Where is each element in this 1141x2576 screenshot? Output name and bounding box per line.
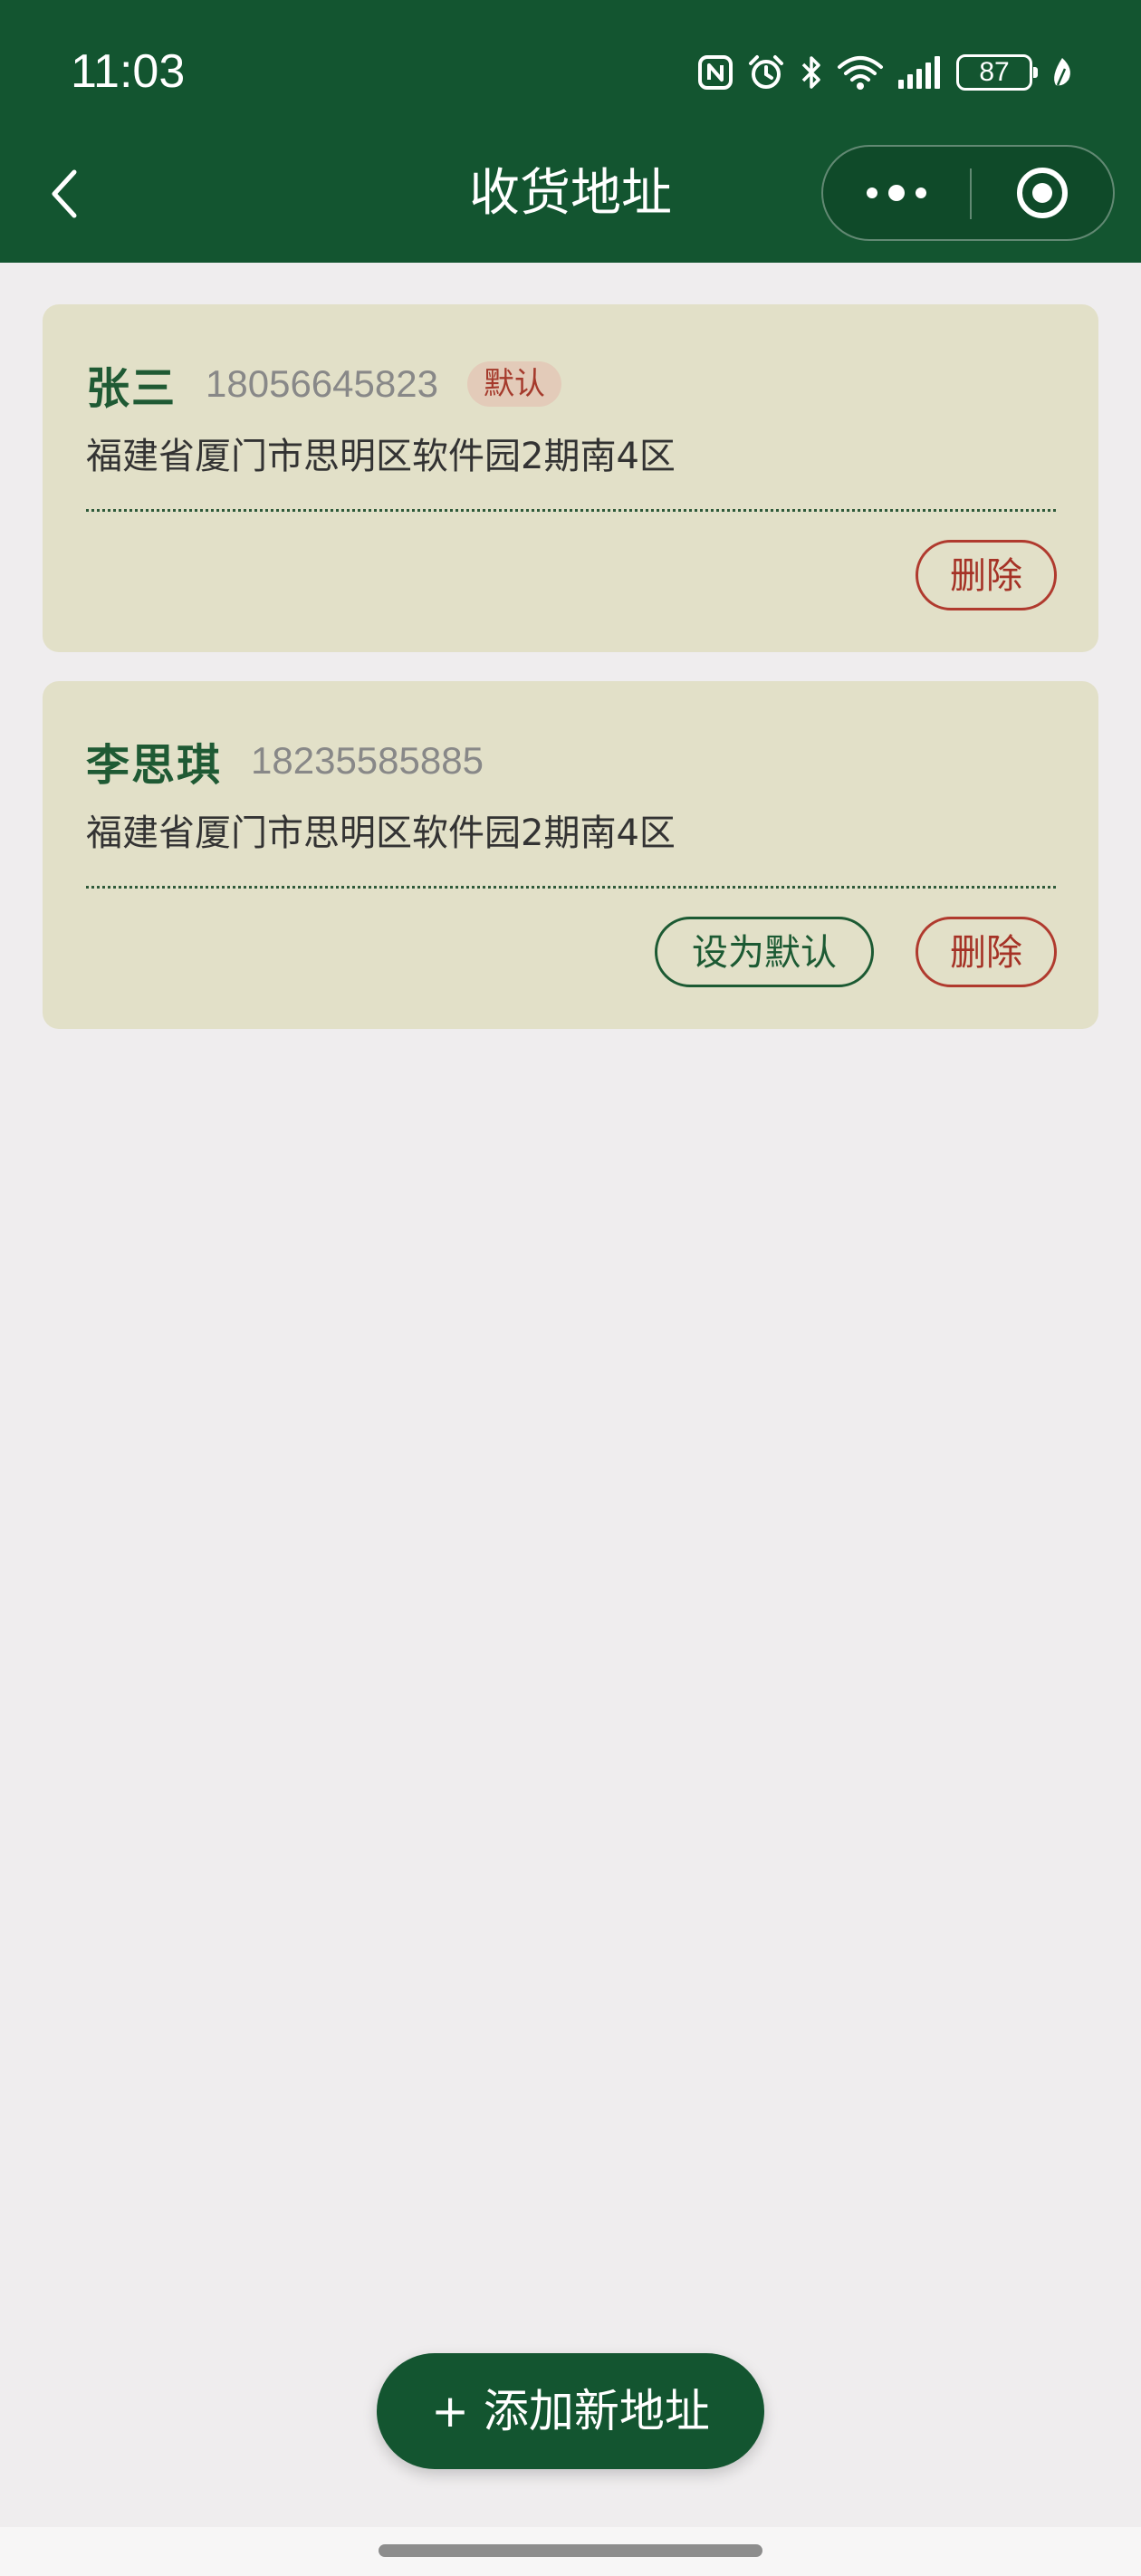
signal-icon	[896, 54, 944, 91]
set-default-button[interactable]: 设为默认	[655, 917, 874, 987]
address-text: 福建省厦门市思明区软件园2期南4区	[86, 436, 676, 477]
mini-program-capsule	[821, 145, 1115, 241]
address-card[interactable]: 李思琪 18235585885 福建省厦门市思明区软件园2期南4区 设为默认 删…	[43, 681, 1098, 1029]
default-badge: 默认	[466, 361, 561, 407]
more-dots-icon	[867, 185, 926, 201]
nfc-icon	[697, 54, 734, 91]
recipient-phone: 18235585885	[251, 739, 484, 782]
alarm-icon	[746, 53, 786, 92]
wifi-icon	[837, 54, 884, 91]
delete-button[interactable]: 删除	[916, 917, 1057, 987]
close-button[interactable]	[972, 147, 1113, 239]
add-address-button[interactable]: + 添加新地址	[377, 2353, 764, 2469]
target-circle-icon	[1017, 168, 1068, 218]
address-text: 福建省厦门市思明区软件园2期南4区	[86, 812, 676, 854]
status-icons: 87	[697, 47, 1074, 98]
address-card[interactable]: 张三 18056645823 默认 福建省厦门市思明区软件园2期南4区 删除	[43, 304, 1098, 652]
recipient-phone: 18056645823	[206, 362, 438, 405]
delete-button[interactable]: 删除	[916, 540, 1057, 610]
leaf-icon	[1050, 56, 1074, 89]
card-header: 张三 18056645823 默认	[86, 348, 561, 420]
battery-icon: 87	[956, 54, 1038, 91]
card-header: 李思琪 18235585885	[86, 725, 484, 797]
dotted-divider	[86, 509, 1056, 512]
home-indicator[interactable]	[379, 2544, 762, 2557]
recipient-name: 李思琪	[86, 740, 223, 791]
status-time: 11:03	[71, 45, 186, 98]
app-header: 11:03 87 收货地址	[0, 0, 1141, 263]
recipient-name: 张三	[86, 363, 177, 414]
dotted-divider	[86, 886, 1056, 889]
bluetooth-icon	[799, 53, 824, 92]
more-button[interactable]	[823, 147, 970, 239]
